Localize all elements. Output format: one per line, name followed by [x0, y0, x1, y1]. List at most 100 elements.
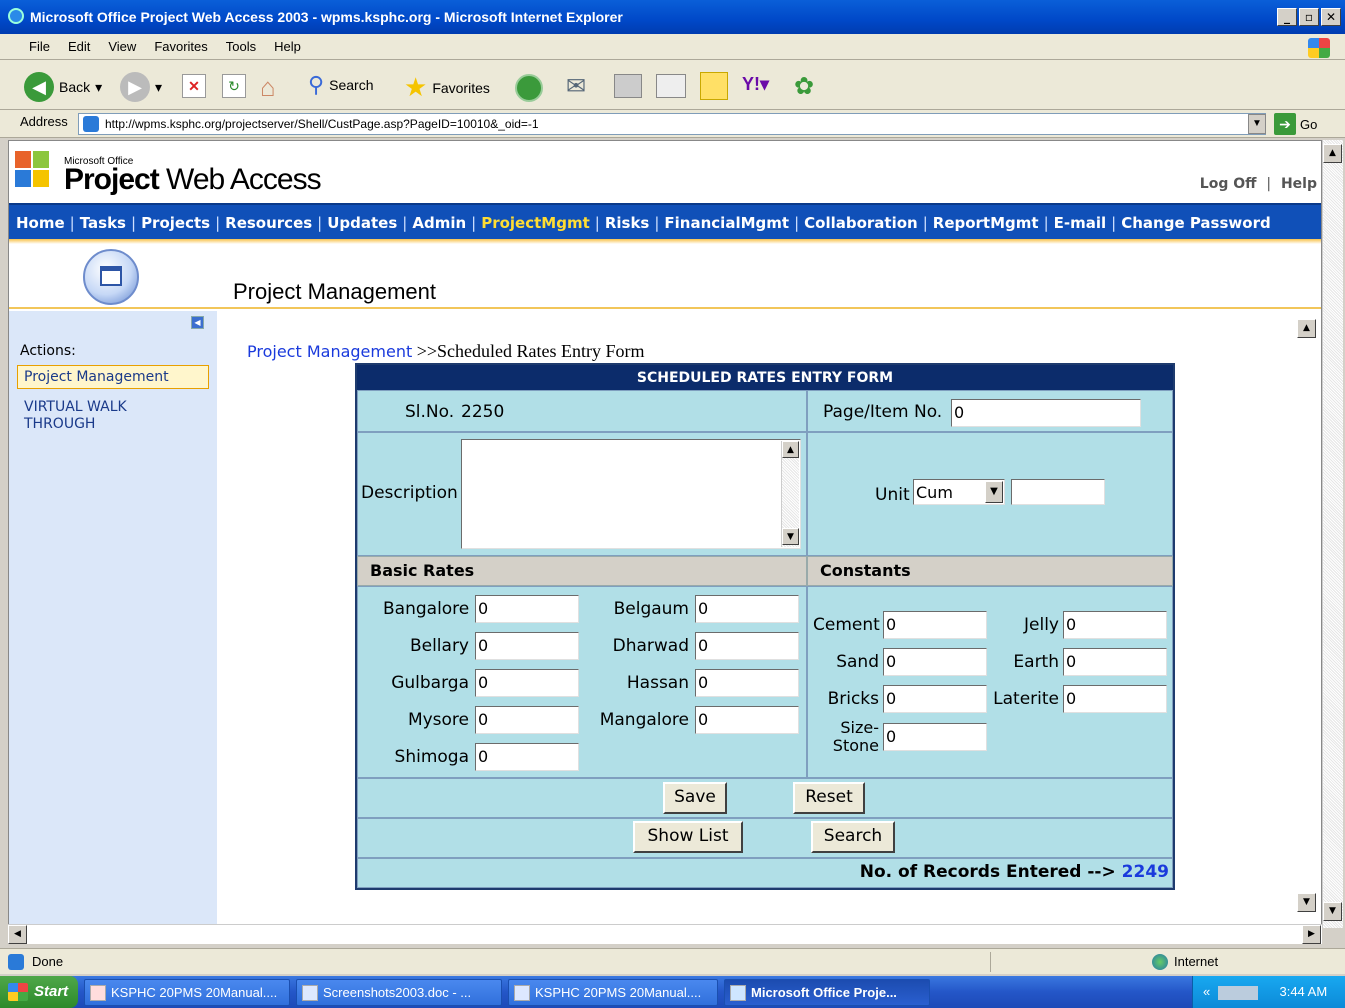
- scroll-up-button[interactable]: ▲: [1323, 144, 1342, 163]
- const-input-sand[interactable]: 0: [883, 648, 987, 676]
- edit-icon[interactable]: [656, 74, 686, 98]
- menu-view[interactable]: View: [99, 35, 145, 58]
- page-item-input[interactable]: 0: [951, 399, 1141, 427]
- word-icon: [302, 985, 318, 1001]
- home-icon[interactable]: ⌂: [260, 72, 276, 103]
- word-icon: [514, 985, 530, 1001]
- horizontal-scrollbar[interactable]: ◀ ▶: [8, 924, 1322, 944]
- close-button[interactable]: ✕: [1321, 8, 1341, 26]
- scroll-left-button[interactable]: ◀: [8, 925, 27, 944]
- inner-scroll-down-button[interactable]: ▼: [1297, 893, 1316, 912]
- collapse-sidebar-icon[interactable]: ◀: [191, 316, 204, 329]
- stop-icon[interactable]: ✕: [182, 74, 206, 98]
- breadcrumb-link[interactable]: Project Management: [247, 342, 412, 361]
- tray-expand-icon[interactable]: «: [1203, 984, 1210, 999]
- unit-select[interactable]: Cum ▼: [913, 479, 1005, 505]
- scroll-down-button[interactable]: ▼: [1323, 902, 1342, 921]
- mail-icon[interactable]: ✉: [566, 72, 586, 101]
- sidebar-item-virtual-walk-through[interactable]: VIRTUAL WALK THROUGH: [24, 399, 154, 433]
- help-link[interactable]: Help: [1281, 176, 1317, 192]
- rate-input-dharwad[interactable]: 0: [695, 632, 799, 660]
- description-textarea[interactable]: [461, 439, 801, 549]
- nav-item-updates[interactable]: Updates: [327, 214, 397, 232]
- nav-separator: |: [922, 214, 928, 232]
- show-list-button[interactable]: Show List: [633, 821, 743, 853]
- const-input-cement[interactable]: 0: [883, 611, 987, 639]
- nav-item-risks[interactable]: Risks: [605, 214, 650, 232]
- button-row-2: [357, 818, 1173, 858]
- taskbar-item-word-1[interactable]: Screenshots2003.doc - ...: [296, 979, 502, 1006]
- print-icon[interactable]: [614, 74, 642, 98]
- const-input-jelly[interactable]: 0: [1063, 611, 1167, 639]
- minimize-button[interactable]: _: [1277, 8, 1297, 26]
- rate-label-shimoga: Shimoga: [394, 747, 469, 767]
- maximize-button[interactable]: ▫: [1299, 8, 1319, 26]
- forward-button[interactable]: ▶ ▾: [120, 72, 162, 102]
- address-dropdown-button[interactable]: ▼: [1248, 114, 1266, 134]
- page-vertical-scrollbar[interactable]: ▲ ▼: [1322, 140, 1343, 928]
- nav-item-change-password[interactable]: Change Password: [1121, 214, 1271, 232]
- rate-input-mangalore[interactable]: 0: [695, 706, 799, 734]
- messenger-icon[interactable]: ✿: [794, 72, 814, 101]
- rate-input-mysore[interactable]: 0: [475, 706, 579, 734]
- const-input-laterite[interactable]: 0: [1063, 685, 1167, 713]
- window-title-bar[interactable]: Microsoft Office Project Web Access 2003…: [0, 0, 1345, 34]
- description-scrollbar[interactable]: ▲ ▼: [781, 441, 799, 547]
- scroll-right-button[interactable]: ▶: [1302, 925, 1321, 944]
- window-page-icon: [83, 249, 139, 305]
- menu-tools[interactable]: Tools: [217, 35, 265, 58]
- unit-extra-input[interactable]: [1011, 479, 1105, 505]
- nav-item-resources[interactable]: Resources: [225, 214, 312, 232]
- search-button[interactable]: ⚲ Search: [308, 72, 373, 98]
- menu-bar: File Edit View Favorites Tools Help: [0, 34, 1345, 60]
- rate-input-hassan[interactable]: 0: [695, 669, 799, 697]
- slno-label: Sl.No.: [405, 402, 455, 422]
- go-button[interactable]: ➔ Go: [1274, 113, 1317, 135]
- menu-help[interactable]: Help: [265, 35, 310, 58]
- rate-input-shimoga[interactable]: 0: [475, 743, 579, 771]
- nav-item-e-mail[interactable]: E-mail: [1054, 214, 1107, 232]
- nav-item-reportmgmt[interactable]: ReportMgmt: [933, 214, 1039, 232]
- office-logo-icon: [15, 151, 49, 187]
- menu-file[interactable]: File: [20, 35, 59, 58]
- menu-edit[interactable]: Edit: [59, 35, 99, 58]
- yahoo-icon[interactable]: Y!▾: [742, 74, 769, 95]
- window-title: Microsoft Office Project Web Access 2003…: [30, 9, 623, 25]
- start-button[interactable]: Start: [0, 976, 78, 1008]
- nav-item-projects[interactable]: Projects: [141, 214, 210, 232]
- const-label-jelly: Jelly: [1024, 615, 1059, 635]
- taskbar-item-pdf[interactable]: KSPHC 20PMS 20Manual....: [84, 979, 290, 1006]
- address-input[interactable]: http://wpms.ksphc.org/projectserver/Shel…: [78, 113, 1266, 135]
- rate-label-gulbarga: Gulbarga: [391, 673, 469, 693]
- nav-separator: |: [215, 214, 221, 232]
- const-input-earth[interactable]: 0: [1063, 648, 1167, 676]
- media-icon[interactable]: [515, 74, 543, 102]
- rate-input-gulbarga[interactable]: 0: [475, 669, 579, 697]
- menu-favorites[interactable]: Favorites: [145, 35, 216, 58]
- inner-scroll-up-button[interactable]: ▲: [1297, 319, 1316, 338]
- rate-input-bellary[interactable]: 0: [475, 632, 579, 660]
- sidebar-item-project-management[interactable]: Project Management: [17, 365, 209, 389]
- page-icon: [83, 116, 99, 132]
- tray-app-icons[interactable]: [1217, 985, 1258, 1000]
- const-input-size-stone[interactable]: 0: [883, 723, 987, 751]
- nav-item-home[interactable]: Home: [16, 214, 65, 232]
- reset-button[interactable]: Reset: [793, 782, 865, 814]
- taskbar-item-word-2[interactable]: KSPHC 20PMS 20Manual....: [508, 979, 718, 1006]
- favorites-button[interactable]: ★ Favorites: [404, 72, 490, 103]
- refresh-icon[interactable]: ↻: [222, 74, 246, 98]
- search-form-button[interactable]: Search: [811, 821, 895, 853]
- nav-item-collaboration[interactable]: Collaboration: [804, 214, 918, 232]
- nav-item-projectmgmt[interactable]: ProjectMgmt: [481, 214, 590, 232]
- save-button[interactable]: Save: [663, 782, 727, 814]
- rate-input-bangalore[interactable]: 0: [475, 595, 579, 623]
- back-button[interactable]: ◀ Back ▾: [24, 72, 102, 102]
- nav-item-admin[interactable]: Admin: [412, 214, 466, 232]
- discuss-icon[interactable]: [700, 72, 728, 100]
- logoff-link[interactable]: Log Off: [1200, 176, 1257, 192]
- taskbar-item-ie[interactable]: Microsoft Office Proje...: [724, 979, 930, 1006]
- const-input-bricks[interactable]: 0: [883, 685, 987, 713]
- nav-item-financialmgmt[interactable]: FinancialMgmt: [664, 214, 789, 232]
- nav-item-tasks[interactable]: Tasks: [80, 214, 126, 232]
- rate-input-belgaum[interactable]: 0: [695, 595, 799, 623]
